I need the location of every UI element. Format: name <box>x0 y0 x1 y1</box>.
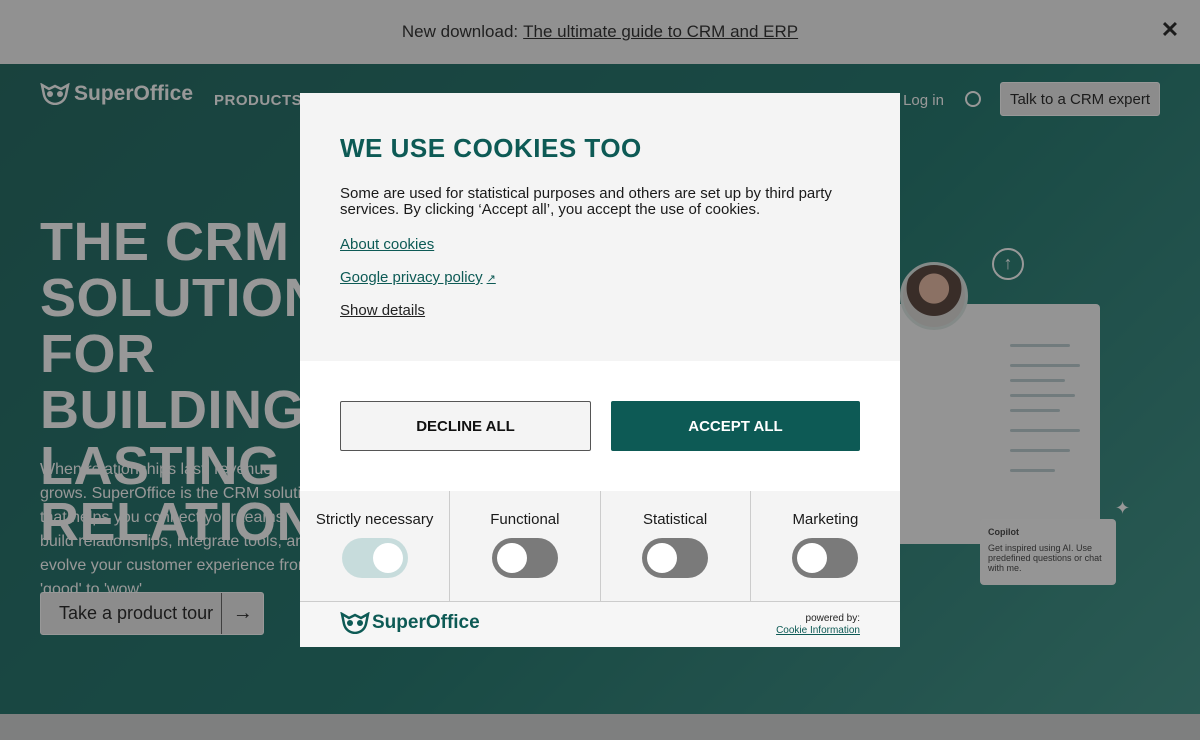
cookie-button-area: DECLINE ALL ACCEPT ALL <box>300 361 900 491</box>
owl-logo-icon <box>340 612 370 634</box>
powered-by-label: powered by: <box>805 613 860 624</box>
accept-all-button[interactable]: ACCEPT ALL <box>611 401 860 451</box>
google-privacy-link[interactable]: Google privacy policy ↗ <box>340 269 860 286</box>
cookie-dialog-footer: SuperOffice powered by: Cookie Informati… <box>300 601 900 647</box>
functional-switch[interactable] <box>491 538 558 578</box>
toggle-label: Functional <box>490 511 560 528</box>
cookie-dialog-text: Some are used for statistical purposes a… <box>340 185 832 218</box>
toggle-functional: Functional <box>450 491 601 601</box>
cookie-dialog-title: WE USE COOKIES TOO <box>340 133 642 163</box>
toggle-strictly-necessary: Strictly necessary <box>300 491 451 601</box>
decline-all-button[interactable]: DECLINE ALL <box>340 401 591 451</box>
cookie-info-section: WE USE COOKIES TOO Some are used for sta… <box>300 93 900 361</box>
footer-logo-text: SuperOffice <box>372 612 480 633</box>
cookie-consent-dialog: WE USE COOKIES TOO Some are used for sta… <box>300 93 900 647</box>
toggle-label: Statistical <box>643 511 708 528</box>
external-link-icon: ↗ <box>486 273 496 285</box>
footer-superoffice-logo: SuperOffice <box>340 612 480 634</box>
toggle-statistical: Statistical <box>601 491 751 601</box>
cookie-information-link[interactable]: Cookie Information <box>776 625 860 637</box>
strictly-necessary-switch <box>341 538 408 578</box>
marketing-switch[interactable] <box>792 538 859 578</box>
google-privacy-label: Google privacy policy <box>340 269 483 286</box>
show-details-link[interactable]: Show details <box>340 302 860 319</box>
toggle-marketing: Marketing <box>751 491 900 601</box>
toggle-label: Marketing <box>792 511 859 528</box>
cookie-category-toggles: Strictly necessary Functional Statistica… <box>300 491 900 601</box>
statistical-switch[interactable] <box>642 538 709 578</box>
about-cookies-link[interactable]: About cookies <box>340 236 860 253</box>
powered-by: powered by: Cookie Information <box>776 613 860 637</box>
toggle-label: Strictly necessary <box>315 511 434 528</box>
